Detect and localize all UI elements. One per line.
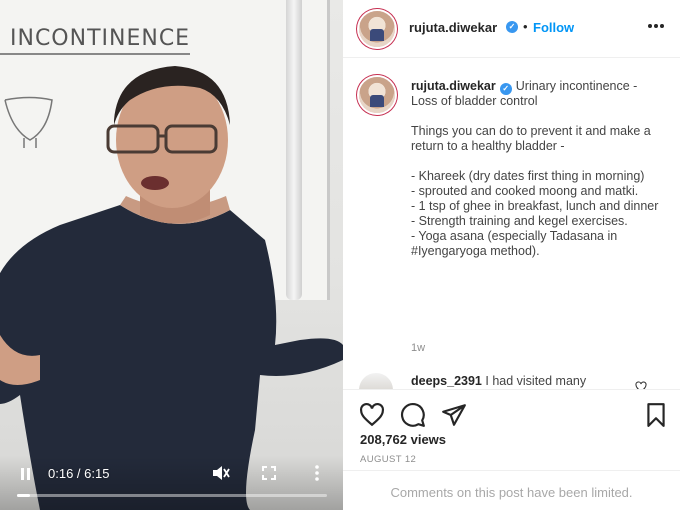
avatar[interactable] xyxy=(359,11,395,47)
caption-timestamp[interactable]: 1w xyxy=(411,342,425,354)
pause-icon[interactable] xyxy=(20,468,32,480)
follow-button[interactable]: Follow xyxy=(533,20,574,35)
post-actions: 208,762 views AUGUST 12 xyxy=(343,389,680,469)
video-progress-bar[interactable] xyxy=(17,494,327,497)
fullscreen-icon[interactable] xyxy=(262,466,276,480)
comment-heart-icon[interactable] xyxy=(635,381,647,389)
bookmark-icon[interactable] xyxy=(643,402,669,428)
video-controls: 0:16 / 6:15 xyxy=(0,456,343,510)
verified-icon: ✓ xyxy=(506,21,518,33)
post-panel: rujuta.diwekar ✓ • Follow rujuta.diwekar… xyxy=(343,0,680,510)
comment-text: I had visited many xyxy=(485,374,587,388)
comment: deeps_2391 I had visited many xyxy=(411,374,586,388)
post-header: rujuta.diwekar ✓ • Follow xyxy=(343,0,680,58)
share-icon[interactable] xyxy=(441,402,467,428)
video-player[interactable]: INCONTINENCE 0:16 / 6:15 xyxy=(0,0,343,510)
comment-username[interactable]: deeps_2391 xyxy=(411,374,482,388)
video-time: 0:16 / 6:15 xyxy=(48,466,110,481)
caption-verified-icon: ✓ xyxy=(499,83,512,95)
caption-area: rujuta.diwekar ✓ Urinary incontinence - Lo… xyxy=(343,59,680,389)
commenter-avatar[interactable] xyxy=(359,373,393,389)
more-options-icon[interactable] xyxy=(648,24,664,28)
caption-avatar[interactable] xyxy=(359,77,395,113)
video-more-options-icon[interactable] xyxy=(314,465,320,481)
comments-footer: Comments on this post have been limited. xyxy=(343,470,680,510)
mute-icon[interactable] xyxy=(212,465,230,481)
caption-text: Urinary incontinence - Loss of bladder c… xyxy=(411,79,659,258)
presenter-video-frame xyxy=(0,66,343,510)
comment-icon[interactable] xyxy=(400,402,426,428)
view-count[interactable]: 208,762 views xyxy=(360,432,446,447)
comments-limited-notice: Comments on this post have been limited. xyxy=(390,485,633,500)
post-date[interactable]: AUGUST 12 xyxy=(360,454,416,465)
heart-icon[interactable] xyxy=(359,402,385,428)
caption-username[interactable]: rujuta.diwekar xyxy=(411,79,496,93)
separator-dot: • xyxy=(523,19,528,34)
post-username[interactable]: rujuta.diwekar xyxy=(409,20,497,35)
video-progress-fill xyxy=(17,494,31,497)
post-caption: rujuta.diwekar ✓ Urinary incontinence - Lo… xyxy=(411,79,661,259)
